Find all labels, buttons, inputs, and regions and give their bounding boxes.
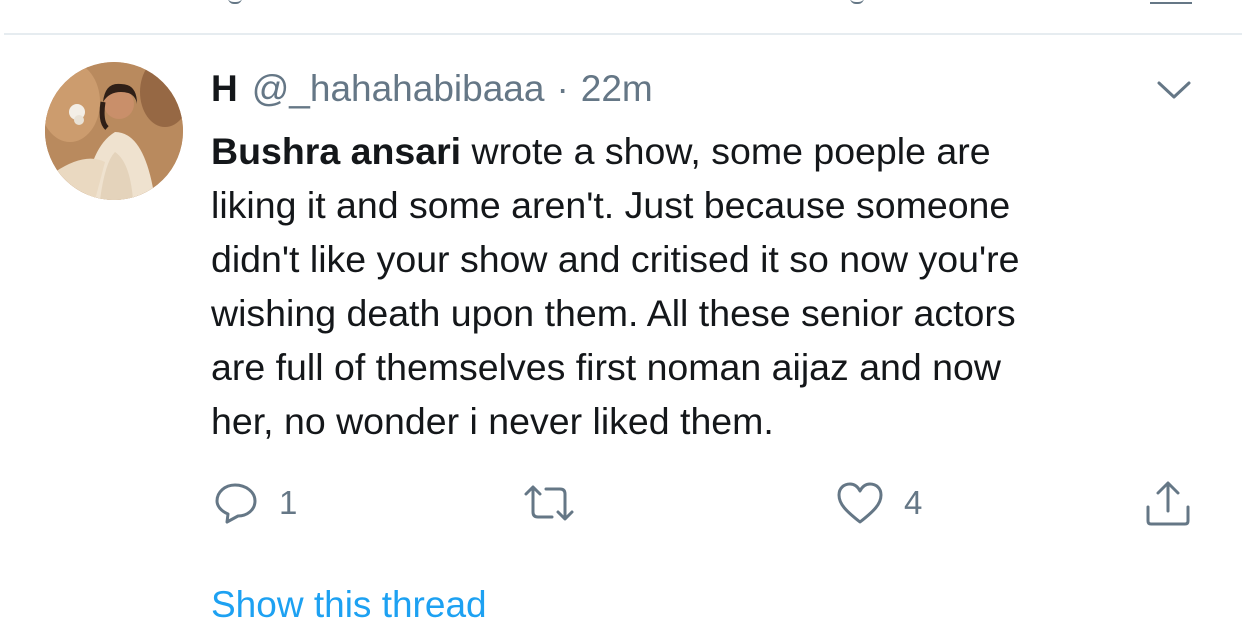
tweet-text-line: are full of themselves first noman aijaz… [211, 346, 1001, 388]
tweet-text: Bushra ansari wrote a show, some poeple … [211, 124, 1211, 448]
tweet-text-line: her, no wonder i never liked them. [211, 400, 774, 442]
avatar[interactable] [45, 62, 183, 200]
retweet-button[interactable] [522, 478, 596, 528]
reply-button[interactable]: 1 [213, 478, 297, 528]
tweet-header: H @_hahahabibaaa · 22m [211, 68, 653, 114]
tweet-text-line: liking it and some aren't. Just because … [211, 184, 1011, 226]
tweet-text-line: wishing death upon them. All these senio… [211, 292, 1016, 334]
user-handle[interactable]: @_hahahabibaaa [252, 68, 545, 110]
display-name[interactable]: H [211, 68, 238, 110]
heart-icon [837, 482, 883, 524]
partial-icon [228, 0, 242, 4]
tweet-view: H @_hahahabibaaa · 22m Bushra ansari wro… [0, 0, 1242, 637]
separator-dot: · [556, 68, 569, 109]
show-thread-link[interactable]: Show this thread [211, 584, 487, 626]
partial-icon [850, 0, 864, 4]
previous-tweet-actions-residue [0, 0, 1242, 8]
divider [4, 33, 1242, 35]
share-button[interactable] [1143, 478, 1193, 528]
retweet-icon [524, 485, 574, 521]
tweet-timestamp[interactable]: 22m [581, 68, 653, 110]
mention-link[interactable]: Bushra ansari [211, 130, 461, 172]
reply-count: 1 [279, 484, 298, 521]
tweet-text-line: wrote a show, some poeple are [461, 130, 991, 172]
tweet-actions: 1 4 [0, 478, 1242, 528]
partial-icon [1150, 0, 1192, 4]
like-count: 4 [904, 484, 923, 521]
profile-photo [45, 62, 183, 200]
reply-icon [215, 483, 257, 524]
like-button[interactable]: 4 [836, 478, 922, 528]
chevron-down-icon[interactable] [1156, 78, 1192, 102]
share-icon [1146, 481, 1190, 526]
tweet-text-line: didn't like your show and critised it so… [211, 238, 1020, 280]
